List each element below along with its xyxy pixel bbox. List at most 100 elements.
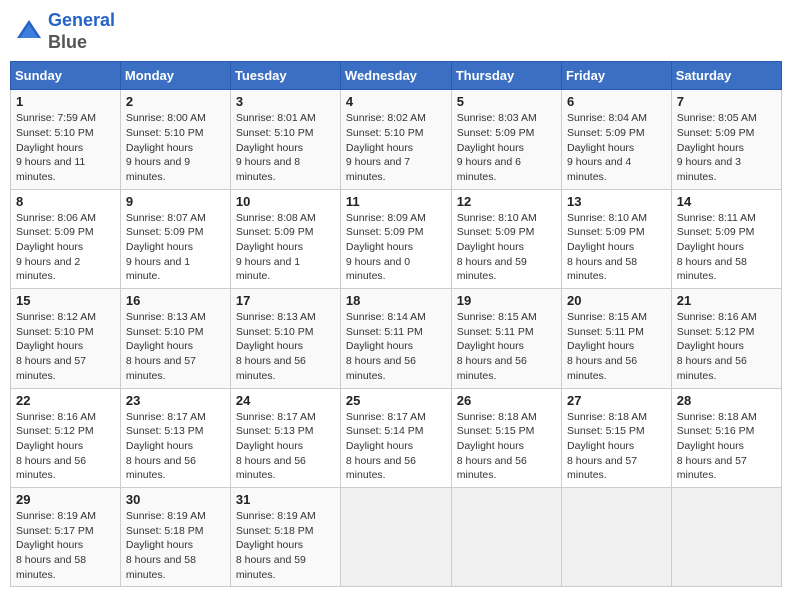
day-info: Sunrise: 8:02 AM Sunset: 5:10 PM Dayligh… [346,111,446,184]
day-info: Sunrise: 8:13 AM Sunset: 5:10 PM Dayligh… [236,310,335,383]
day-number: 6 [567,94,666,109]
calendar-day-cell: 29 Sunrise: 8:19 AM Sunset: 5:17 PM Dayl… [11,487,121,586]
calendar-day-cell: 3 Sunrise: 8:01 AM Sunset: 5:10 PM Dayli… [230,90,340,189]
calendar-day-cell: 23 Sunrise: 8:17 AM Sunset: 5:13 PM Dayl… [120,388,230,487]
day-info: Sunrise: 8:10 AM Sunset: 5:09 PM Dayligh… [567,211,666,284]
calendar-table: SundayMondayTuesdayWednesdayThursdayFrid… [10,61,782,587]
day-info: Sunrise: 8:18 AM Sunset: 5:15 PM Dayligh… [457,410,556,483]
day-info: Sunrise: 8:15 AM Sunset: 5:11 PM Dayligh… [457,310,556,383]
calendar-body: 1 Sunrise: 7:59 AM Sunset: 5:10 PM Dayli… [11,90,782,587]
calendar-day-cell [671,487,781,586]
calendar-day-cell: 18 Sunrise: 8:14 AM Sunset: 5:11 PM Dayl… [340,289,451,388]
day-number: 12 [457,194,556,209]
day-number: 24 [236,393,335,408]
day-number: 10 [236,194,335,209]
day-info: Sunrise: 8:18 AM Sunset: 5:16 PM Dayligh… [677,410,776,483]
day-number: 22 [16,393,115,408]
day-info: Sunrise: 8:18 AM Sunset: 5:15 PM Dayligh… [567,410,666,483]
day-number: 4 [346,94,446,109]
calendar-day-cell [562,487,672,586]
calendar-day-cell: 14 Sunrise: 8:11 AM Sunset: 5:09 PM Dayl… [671,189,781,288]
calendar-week-row: 15 Sunrise: 8:12 AM Sunset: 5:10 PM Dayl… [11,289,782,388]
day-info: Sunrise: 8:03 AM Sunset: 5:09 PM Dayligh… [457,111,556,184]
day-info: Sunrise: 8:10 AM Sunset: 5:09 PM Dayligh… [457,211,556,284]
day-number: 11 [346,194,446,209]
weekday-header: Sunday [11,62,121,90]
calendar-day-cell: 17 Sunrise: 8:13 AM Sunset: 5:10 PM Dayl… [230,289,340,388]
calendar-week-row: 1 Sunrise: 7:59 AM Sunset: 5:10 PM Dayli… [11,90,782,189]
calendar-day-cell: 1 Sunrise: 7:59 AM Sunset: 5:10 PM Dayli… [11,90,121,189]
weekday-header: Monday [120,62,230,90]
day-info: Sunrise: 8:11 AM Sunset: 5:09 PM Dayligh… [677,211,776,284]
day-info: Sunrise: 8:13 AM Sunset: 5:10 PM Dayligh… [126,310,225,383]
calendar-day-cell: 5 Sunrise: 8:03 AM Sunset: 5:09 PM Dayli… [451,90,561,189]
calendar-day-cell: 9 Sunrise: 8:07 AM Sunset: 5:09 PM Dayli… [120,189,230,288]
calendar-day-cell: 26 Sunrise: 8:18 AM Sunset: 5:15 PM Dayl… [451,388,561,487]
weekday-header: Tuesday [230,62,340,90]
day-number: 21 [677,293,776,308]
day-number: 17 [236,293,335,308]
calendar-day-cell: 25 Sunrise: 8:17 AM Sunset: 5:14 PM Dayl… [340,388,451,487]
calendar-day-cell: 27 Sunrise: 8:18 AM Sunset: 5:15 PM Dayl… [562,388,672,487]
logo: GeneralBlue [14,10,115,53]
calendar-day-cell: 20 Sunrise: 8:15 AM Sunset: 5:11 PM Dayl… [562,289,672,388]
page-wrapper: GeneralBlue SundayMondayTuesdayWednesday… [10,10,782,587]
day-number: 19 [457,293,556,308]
calendar-day-cell: 6 Sunrise: 8:04 AM Sunset: 5:09 PM Dayli… [562,90,672,189]
calendar-day-cell [340,487,451,586]
day-info: Sunrise: 8:05 AM Sunset: 5:09 PM Dayligh… [677,111,776,184]
calendar-day-cell: 11 Sunrise: 8:09 AM Sunset: 5:09 PM Dayl… [340,189,451,288]
day-number: 16 [126,293,225,308]
day-number: 23 [126,393,225,408]
calendar-day-cell: 7 Sunrise: 8:05 AM Sunset: 5:09 PM Dayli… [671,90,781,189]
calendar-day-cell: 24 Sunrise: 8:17 AM Sunset: 5:13 PM Dayl… [230,388,340,487]
day-number: 3 [236,94,335,109]
day-info: Sunrise: 8:14 AM Sunset: 5:11 PM Dayligh… [346,310,446,383]
day-number: 2 [126,94,225,109]
day-info: Sunrise: 8:01 AM Sunset: 5:10 PM Dayligh… [236,111,335,184]
day-number: 5 [457,94,556,109]
calendar-day-cell: 30 Sunrise: 8:19 AM Sunset: 5:18 PM Dayl… [120,487,230,586]
day-number: 26 [457,393,556,408]
calendar-day-cell: 12 Sunrise: 8:10 AM Sunset: 5:09 PM Dayl… [451,189,561,288]
calendar-day-cell: 10 Sunrise: 8:08 AM Sunset: 5:09 PM Dayl… [230,189,340,288]
calendar-day-cell: 13 Sunrise: 8:10 AM Sunset: 5:09 PM Dayl… [562,189,672,288]
day-info: Sunrise: 8:17 AM Sunset: 5:13 PM Dayligh… [126,410,225,483]
header-row: SundayMondayTuesdayWednesdayThursdayFrid… [11,62,782,90]
day-info: Sunrise: 7:59 AM Sunset: 5:10 PM Dayligh… [16,111,115,184]
calendar-day-cell: 28 Sunrise: 8:18 AM Sunset: 5:16 PM Dayl… [671,388,781,487]
day-number: 7 [677,94,776,109]
day-info: Sunrise: 8:04 AM Sunset: 5:09 PM Dayligh… [567,111,666,184]
day-info: Sunrise: 8:19 AM Sunset: 5:18 PM Dayligh… [126,509,225,582]
day-info: Sunrise: 8:06 AM Sunset: 5:09 PM Dayligh… [16,211,115,284]
page-header: GeneralBlue [10,10,782,53]
weekday-header: Saturday [671,62,781,90]
day-number: 29 [16,492,115,507]
day-number: 30 [126,492,225,507]
calendar-week-row: 22 Sunrise: 8:16 AM Sunset: 5:12 PM Dayl… [11,388,782,487]
calendar-week-row: 8 Sunrise: 8:06 AM Sunset: 5:09 PM Dayli… [11,189,782,288]
day-number: 13 [567,194,666,209]
weekday-header: Friday [562,62,672,90]
logo-icon [14,17,44,47]
day-info: Sunrise: 8:19 AM Sunset: 5:17 PM Dayligh… [16,509,115,582]
day-info: Sunrise: 8:15 AM Sunset: 5:11 PM Dayligh… [567,310,666,383]
day-number: 15 [16,293,115,308]
day-info: Sunrise: 8:09 AM Sunset: 5:09 PM Dayligh… [346,211,446,284]
day-info: Sunrise: 8:00 AM Sunset: 5:10 PM Dayligh… [126,111,225,184]
day-info: Sunrise: 8:17 AM Sunset: 5:13 PM Dayligh… [236,410,335,483]
day-info: Sunrise: 8:07 AM Sunset: 5:09 PM Dayligh… [126,211,225,284]
calendar-day-cell: 31 Sunrise: 8:19 AM Sunset: 5:18 PM Dayl… [230,487,340,586]
weekday-header: Wednesday [340,62,451,90]
calendar-day-cell [451,487,561,586]
day-number: 1 [16,94,115,109]
day-info: Sunrise: 8:16 AM Sunset: 5:12 PM Dayligh… [16,410,115,483]
calendar-day-cell: 2 Sunrise: 8:00 AM Sunset: 5:10 PM Dayli… [120,90,230,189]
calendar-day-cell: 8 Sunrise: 8:06 AM Sunset: 5:09 PM Dayli… [11,189,121,288]
day-number: 27 [567,393,666,408]
day-info: Sunrise: 8:16 AM Sunset: 5:12 PM Dayligh… [677,310,776,383]
calendar-day-cell: 22 Sunrise: 8:16 AM Sunset: 5:12 PM Dayl… [11,388,121,487]
calendar-day-cell: 4 Sunrise: 8:02 AM Sunset: 5:10 PM Dayli… [340,90,451,189]
calendar-header: SundayMondayTuesdayWednesdayThursdayFrid… [11,62,782,90]
weekday-header: Thursday [451,62,561,90]
